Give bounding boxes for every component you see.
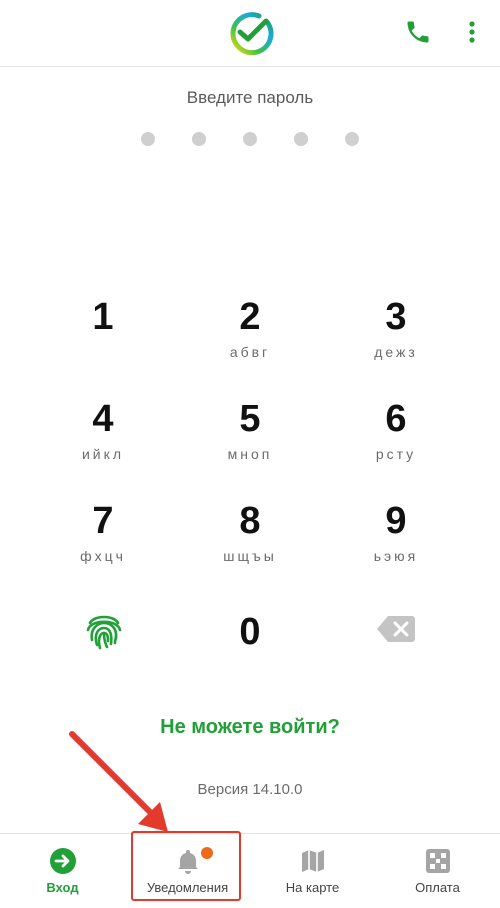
pin-dot bbox=[243, 132, 257, 146]
key-digit: 3 bbox=[385, 296, 407, 338]
key-letters: мноп bbox=[227, 446, 273, 462]
key-3[interactable]: 3 дежз bbox=[326, 296, 466, 380]
nav-label: На карте bbox=[285, 880, 340, 895]
nav-label: Вход bbox=[46, 880, 79, 895]
bottom-nav: Вход Уведомления На карте Оплата bbox=[0, 833, 500, 908]
fingerprint-icon[interactable] bbox=[82, 608, 126, 652]
key-1[interactable]: 1 bbox=[33, 296, 173, 380]
nav-item-map[interactable]: На карте bbox=[250, 834, 375, 908]
nav-label: Оплата bbox=[415, 880, 460, 895]
nav-item-notifications[interactable]: Уведомления bbox=[125, 834, 250, 908]
key-5[interactable]: 5 мноп bbox=[180, 398, 320, 482]
nav-label: Уведомления bbox=[146, 880, 229, 895]
qr-code-icon bbox=[425, 849, 450, 873]
key-8[interactable]: 8 шщъы bbox=[180, 500, 320, 584]
pin-dot bbox=[345, 132, 359, 146]
notification-badge bbox=[201, 847, 213, 859]
pin-dot bbox=[192, 132, 206, 146]
map-icon bbox=[301, 850, 324, 872]
kebab-menu-icon[interactable] bbox=[462, 18, 482, 46]
key-letters: шщъы bbox=[223, 548, 277, 564]
key-digit: 8 bbox=[239, 500, 261, 542]
key-2[interactable]: 2 абвг bbox=[180, 296, 320, 380]
key-6[interactable]: 6 рсту bbox=[326, 398, 466, 482]
top-bar bbox=[0, 0, 500, 67]
key-letters: дежз bbox=[374, 344, 418, 360]
nav-item-payment[interactable]: Оплата bbox=[375, 834, 500, 908]
nav-item-login[interactable]: Вход bbox=[0, 834, 125, 908]
key-digit: 1 bbox=[92, 296, 114, 338]
key-digit: 6 bbox=[385, 398, 407, 440]
key-digit: 5 bbox=[239, 398, 261, 440]
login-arrow-icon bbox=[49, 848, 76, 874]
key-7[interactable]: 7 фхцч bbox=[33, 500, 173, 584]
sber-logo-icon bbox=[230, 12, 274, 56]
key-digit: 4 bbox=[92, 398, 114, 440]
key-letters: ийкл bbox=[81, 446, 125, 462]
key-letters: фхцч bbox=[80, 548, 126, 564]
pin-dot bbox=[294, 132, 308, 146]
key-digit: 7 bbox=[92, 500, 114, 542]
app-version: Версия 14.10.0 bbox=[197, 781, 303, 798]
pin-dot bbox=[141, 132, 155, 146]
pin-indicator bbox=[0, 132, 500, 148]
bell-icon bbox=[177, 850, 198, 874]
key-letters: абвг bbox=[229, 344, 271, 360]
phone-icon[interactable] bbox=[404, 18, 432, 46]
key-digit: 2 bbox=[239, 296, 261, 338]
backspace-icon[interactable] bbox=[376, 614, 416, 644]
key-9[interactable]: 9 ьэюя bbox=[326, 500, 466, 584]
key-digit: 9 bbox=[385, 500, 407, 542]
forgot-password-link[interactable]: Не можете войти? bbox=[0, 716, 500, 739]
key-0[interactable]: 0 bbox=[180, 611, 320, 695]
key-4[interactable]: 4 ийкл bbox=[33, 398, 173, 482]
password-prompt: Введите пароль bbox=[186, 88, 314, 107]
key-letters: ьэюя bbox=[373, 548, 419, 564]
key-digit: 0 bbox=[239, 611, 261, 653]
key-letters: рсту bbox=[375, 446, 417, 462]
